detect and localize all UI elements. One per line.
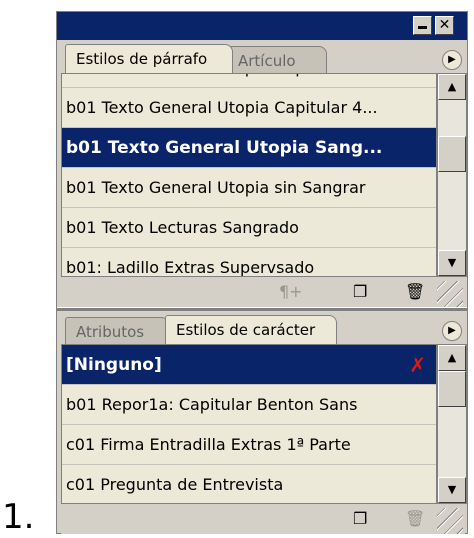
minimize-button[interactable] [413,16,432,35]
new-style-icon[interactable]: ❐ [353,509,367,529]
scroll-up-button[interactable]: ▲ [438,74,466,100]
tab-article[interactable]: Artículo [227,46,327,73]
minimize-icon [418,26,427,29]
list-item[interactable]: b01 Texto General Utopia sin Sangrar [62,168,436,208]
delete-icon[interactable]: 🗑 [405,509,425,529]
paragraph-toolbar: ¶+ ❐ 🗑 [61,277,465,307]
delete-icon[interactable]: 🗑 [405,282,425,302]
list-item[interactable]: c01 Firma Entradilla Extras 1ª Parte [62,425,436,465]
list-item-label: [Ninguno] [66,355,162,375]
list-item[interactable]: b01 Texto General Utopia Capitular 3... [62,74,436,88]
list-item[interactable]: b01 Repor1a: Capitular Benton Sans [62,385,436,425]
list-item-selected[interactable]: [Ninguno] ✗ [62,345,436,385]
character-styles-list: [Ninguno] ✗ b01 Repor1a: Capitular Bento… [61,344,437,504]
list-item[interactable]: b01: Ladillo Extras Supervsado [62,248,436,276]
paragraph-styles-list: b01 Texto General Utopia Capitular 3... … [61,73,437,277]
new-style-icon[interactable]: ❐ [353,282,367,302]
resize-grip-icon[interactable] [437,508,463,534]
panel-menu-button[interactable]: ▶ [442,321,462,341]
character-toolbar: ❐ 🗑 [61,504,465,534]
list-item-selected[interactable]: b01 Texto General Utopia Sang... [62,128,436,168]
paragraph-scrollbar[interactable]: ▲ ▼ [437,73,467,277]
resize-grip-icon[interactable] [437,281,463,307]
scroll-down-button[interactable]: ▼ [438,250,466,276]
character-scrollbar[interactable]: ▲ ▼ [437,344,467,504]
close-button[interactable]: ✕ [435,16,454,35]
no-edit-icon: ✗ [409,353,426,377]
step-label: 1. [2,497,35,537]
tab-attributes[interactable]: Atributos [65,317,169,344]
panel-title-bar[interactable]: ✕ [57,12,467,40]
panel-menu-button[interactable]: ▶ [442,50,462,70]
paragraph-panel-tabs: Estilos de párrafo Artículo ▶ [57,40,467,73]
character-panel-tabs: Atributos Estilos de carácter ▶ [57,311,467,344]
scroll-down-button[interactable]: ▼ [438,477,466,503]
scroll-thumb[interactable] [438,371,466,407]
tab-paragraph-styles[interactable]: Estilos de párrafo [65,44,233,73]
styles-panel-window: ✕ Estilos de párrafo Artículo ▶ b01 Text… [56,11,468,534]
list-item[interactable]: b01 Texto Lecturas Sangrado [62,208,436,248]
list-item[interactable]: c01 Pregunta de Entrevista [62,465,436,503]
scroll-up-button[interactable]: ▲ [438,345,466,371]
tab-character-styles[interactable]: Estilos de carácter [165,315,337,344]
clear-overrides-icon[interactable]: ¶+ [279,282,303,302]
list-item[interactable]: b01 Texto General Utopia Capitular 4... [62,88,436,128]
scroll-thumb[interactable] [438,136,466,172]
